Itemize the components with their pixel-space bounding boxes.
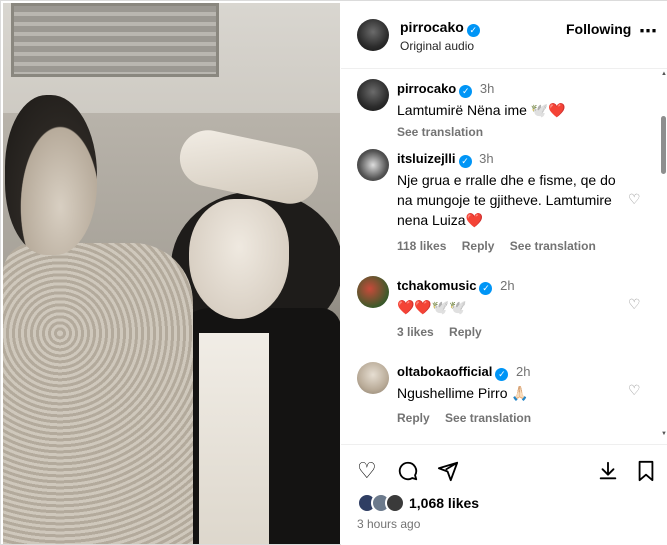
see-translation-link[interactable]: See translation — [397, 125, 483, 139]
comment-time: 3h — [479, 81, 495, 96]
comment-header: tchakomusic ✓ 2h — [397, 278, 515, 295]
post-actions: ♡ 1,068 likes 3 hours ago — [341, 444, 667, 545]
reply-link[interactable]: Reply — [397, 411, 430, 425]
following-button[interactable]: Following — [566, 21, 631, 37]
comment-likes-count[interactable]: 118 likes — [397, 239, 446, 253]
post-time-ago[interactable]: 3 hours ago — [357, 517, 420, 531]
reply-link[interactable]: Reply — [462, 239, 495, 253]
comment-meta: Reply See translation — [397, 411, 543, 425]
liked-by-avatars[interactable] — [357, 493, 407, 513]
comment-meta: See translation — [397, 125, 495, 139]
commenter-avatar[interactable] — [357, 276, 389, 308]
commenter-avatar[interactable] — [357, 149, 389, 181]
post-photo[interactable] — [3, 3, 340, 544]
audio-label[interactable]: Original audio — [400, 39, 474, 53]
post-side-panel: pirrocako ✓ Original audio Following ⋯ pi… — [341, 1, 667, 545]
photo-boy-body — [3, 243, 193, 544]
photo-boy-head — [5, 95, 97, 255]
comment-text: ❤️❤️🕊️🕊️ — [397, 299, 467, 315]
see-translation-link[interactable]: See translation — [510, 239, 596, 253]
author-username[interactable]: pirrocako — [400, 19, 464, 35]
comments-scrollbar[interactable] — [661, 116, 666, 174]
commenter-avatar[interactable] — [357, 79, 389, 111]
comment-time: 3h — [479, 151, 494, 166]
photo-collar — [199, 333, 269, 544]
reply-link[interactable]: Reply — [449, 325, 482, 339]
comment-text: Lamtumirë Nëna ime 🕊️❤️ — [397, 102, 566, 118]
comment-like-icon[interactable]: ♡ — [628, 296, 641, 313]
comment-like-icon[interactable]: ♡ — [628, 191, 641, 208]
verified-badge-icon: ✓ — [495, 368, 509, 381]
comment-time: 2h — [515, 364, 531, 379]
verified-badge-icon: ✓ — [479, 282, 493, 295]
comment-meta: 118 likes Reply See translation — [397, 239, 608, 253]
commenter-username[interactable]: pirrocako — [397, 81, 456, 96]
photo-window-shutter — [11, 3, 219, 77]
scroll-down-arrow-icon[interactable]: ▼ — [661, 431, 667, 437]
commenter-username[interactable]: tchakomusic — [397, 278, 476, 293]
comment-meta: 3 likes Reply — [397, 325, 494, 339]
scroll-up-arrow-icon[interactable]: ▲ — [661, 71, 667, 77]
verified-badge-icon: ✓ — [459, 85, 473, 98]
post-header: pirrocako ✓ Original audio Following ⋯ — [341, 1, 667, 69]
more-options-icon[interactable]: ⋯ — [639, 21, 658, 42]
commenter-username[interactable]: oltabokaofficial — [397, 364, 492, 379]
verified-badge-icon: ✓ — [458, 155, 472, 168]
comment-time: 2h — [500, 278, 515, 293]
commenter-avatar[interactable] — [357, 362, 389, 394]
comment-text: Ngushellime Pirro 🙏🏻 — [397, 385, 529, 401]
see-translation-link[interactable]: See translation — [445, 411, 531, 425]
comment-icon[interactable] — [397, 460, 419, 486]
likes-count[interactable]: 1,068 likes — [409, 495, 479, 511]
comment-header: pirrocako ✓ 3h — [397, 81, 494, 98]
photo-woman-face — [189, 199, 289, 319]
save-bookmark-icon[interactable] — [636, 460, 656, 486]
instagram-post-modal: pirrocako ✓ Original audio Following ⋯ pi… — [0, 0, 667, 545]
commenter-username[interactable]: itsluizejlli — [397, 151, 456, 166]
comment-likes-count[interactable]: 3 likes — [397, 325, 434, 339]
author-avatar[interactable] — [357, 19, 389, 51]
comment-header: itsluizejlli ✓ 3h — [397, 151, 494, 168]
comment-like-icon[interactable]: ♡ — [628, 382, 641, 399]
comment-text: Nje grua e rralle dhe e fisme, qe do na … — [397, 172, 616, 228]
comment-header: oltabokaofficial ✓ 2h — [397, 364, 530, 381]
like-icon[interactable]: ♡ — [357, 460, 377, 482]
share-icon[interactable] — [437, 460, 459, 486]
download-icon[interactable] — [597, 460, 619, 486]
comments-list: pirrocako ✓ 3h Lamtumirë Nëna ime 🕊️❤️ Se… — [341, 69, 667, 444]
liker-avatar — [385, 493, 405, 513]
verified-badge-icon: ✓ — [466, 24, 480, 37]
author-username-row[interactable]: pirrocako ✓ — [400, 19, 480, 37]
